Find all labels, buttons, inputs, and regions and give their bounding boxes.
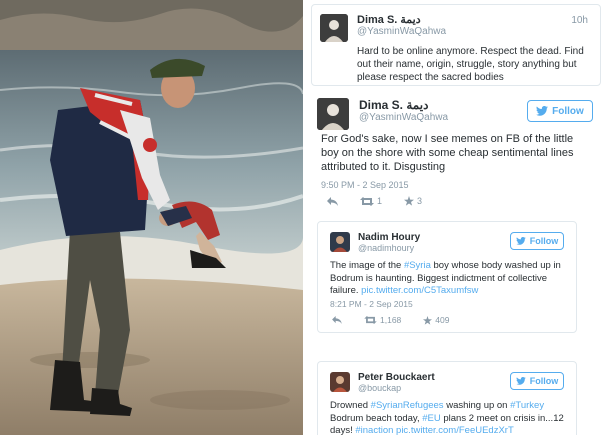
reply-action[interactable] [327,196,338,206]
tweet-text: The image of the #Syria boy whose body w… [330,260,566,298]
like-action[interactable]: 409 [423,315,449,325]
twitter-bird-icon [515,237,526,245]
user-handle[interactable]: @nadimhoury [358,243,420,253]
tweet-text: For God's sake, now I see memes on FB of… [321,133,574,173]
like-count: 3 [417,196,423,206]
retweet-action[interactable]: 1 [360,196,382,206]
follow-label: Follow [529,376,559,386]
embedded-tweet[interactable]: Nadim Houry @nadimhoury Follow The image… [317,221,577,333]
display-name[interactable]: Dima S. ديمة [357,13,592,26]
tweet-text: Drowned #SyrianRefugees washing up on #T… [330,400,566,435]
reply-action[interactable] [332,316,342,324]
twitter-bird-icon [515,377,526,385]
retweet-icon [364,316,377,324]
hashtag-link[interactable]: #Syria [404,260,431,271]
display-name[interactable]: Nadim Houry [358,232,420,243]
hashtag-link[interactable]: #EU [422,413,440,424]
beach-photo [0,0,303,435]
like-star-icon [423,315,433,325]
like-action[interactable]: 3 [404,196,422,206]
embedded-tweet[interactable]: Peter Bouckaert @bouckap Follow Drowned … [317,361,577,435]
retweet-icon [360,196,374,206]
follow-label: Follow [529,236,559,246]
user-handle[interactable]: @YasminWaQahwa [359,112,448,123]
hashtag-link[interactable]: #Turkey [510,400,544,411]
user-handle[interactable]: @bouckap [358,383,435,393]
tweet-date[interactable]: 8:21 PM - 2 Sep 2015 [330,299,413,309]
hashtag-link[interactable]: #SyrianRefugees [371,400,444,411]
avatar[interactable] [330,372,350,392]
tweet-text: Hard to be online anymore. Respect the d… [357,46,584,83]
tweet-card[interactable]: Dima S. ديمة @YasminWaQahwa 10h Hard to … [311,4,601,86]
user-handle[interactable]: @YasminWaQahwa [357,26,592,37]
twitter-bird-icon [536,106,549,116]
avatar[interactable] [320,14,348,42]
reply-icon [327,196,338,206]
display-name[interactable]: Dima S. ديمة [359,98,448,112]
tweet-text-part: Bodrum beach today, [330,412,423,424]
tweet-actions: 1,168 409 [332,315,471,325]
retweet-action[interactable]: 1,168 [364,315,401,325]
retweet-count: 1 [377,196,383,206]
media-link[interactable]: pic.twitter.com/C5Taxumfsw [361,285,478,296]
reply-icon [332,316,342,324]
tweet-text-part: washing up on [443,400,511,411]
media-link[interactable]: pic.twitter.com/FeeUEdzXrT [393,425,514,435]
tweet-text-part: Drowned [330,400,371,411]
like-count: 409 [435,315,450,325]
follow-label: Follow [552,105,584,117]
tweet-card[interactable]: Dima S. ديمة @YasminWaQahwa Follow For G… [311,92,601,216]
tweet-panel: Dima S. ديمة @YasminWaQahwa 10h Hard to … [303,0,608,435]
hashtag-link[interactable]: #inaction [355,425,393,435]
timestamp[interactable]: 10h [571,15,588,26]
tweet-actions: 1 3 [327,196,444,206]
retweet-count: 1,168 [380,315,402,325]
like-star-icon [404,196,415,206]
tweet-date[interactable]: 9:50 PM - 2 Sep 2015 [321,180,409,190]
tweet-text-part: The image of the [330,260,404,271]
avatar[interactable] [317,98,349,130]
display-name[interactable]: Peter Bouckaert [358,372,435,383]
follow-button[interactable]: Follow [510,232,564,250]
follow-button[interactable]: Follow [510,372,564,390]
beach-scene-illustration [0,0,303,435]
avatar[interactable] [330,232,350,252]
follow-button[interactable]: Follow [527,100,593,122]
